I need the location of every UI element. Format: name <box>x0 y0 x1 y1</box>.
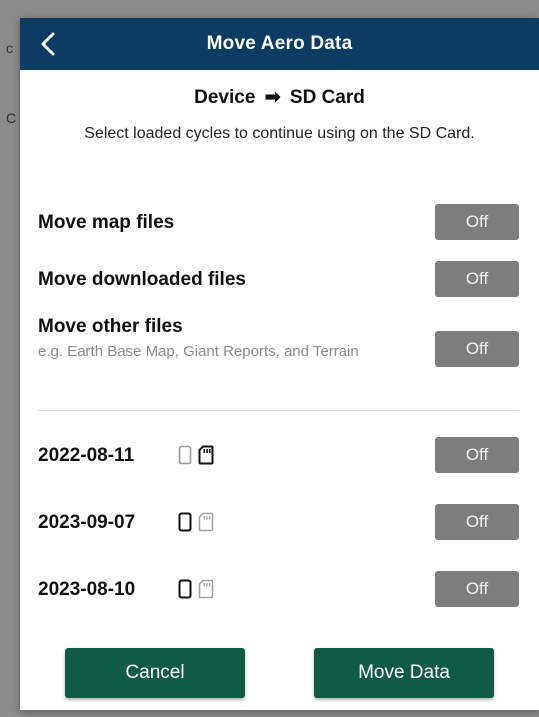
chevron-left-icon <box>41 32 55 56</box>
move-data-button[interactable]: Move Data <box>314 648 494 698</box>
instructions-text: Select loaded cycles to continue using o… <box>84 125 475 142</box>
downloaded-files-toggle[interactable]: Off <box>435 261 519 297</box>
cycle-toggle[interactable]: Off <box>435 571 519 607</box>
divider <box>38 410 519 411</box>
cycle-date: 2023-09-07 <box>38 512 136 533</box>
source-label: Device <box>194 87 256 108</box>
cycle-row: 2023-08-10 Off <box>38 571 519 611</box>
cycle-location-icons <box>178 579 214 599</box>
cycle-location-icons <box>178 445 214 465</box>
option-row-downloaded-files: Move downloaded files Off <box>38 261 519 301</box>
sd-card-outline-icon <box>198 579 214 599</box>
sd-card-outline-icon <box>198 512 214 532</box>
sd-card-icon <box>198 445 214 465</box>
option-sublabel: e.g. Earth Base Map, Giant Reports, and … <box>38 343 359 360</box>
device-icon <box>178 512 192 532</box>
cycle-toggle[interactable]: Off <box>435 504 519 540</box>
back-button[interactable] <box>34 30 62 58</box>
cycle-location-icons <box>178 512 214 532</box>
dialog-title: Move Aero Data <box>206 33 353 54</box>
option-label: Move map files <box>38 212 175 233</box>
cycle-date: 2022-08-11 <box>38 445 135 466</box>
dialog-titlebar: Move Aero Data <box>20 18 539 70</box>
cancel-button[interactable]: Cancel <box>65 648 245 698</box>
device-icon <box>178 579 192 599</box>
other-files-toggle[interactable]: Off <box>435 331 519 367</box>
cycle-date: 2023-08-10 <box>38 579 136 600</box>
cycle-row: 2022-08-11 Off <box>38 437 519 477</box>
cycle-toggle[interactable]: Off <box>435 437 519 473</box>
map-files-toggle[interactable]: Off <box>435 204 519 240</box>
cycle-row: 2023-09-07 Off <box>38 504 519 544</box>
arrow-right-icon: ➡ <box>264 87 281 108</box>
device-outline-icon <box>178 445 192 465</box>
option-row-map-files: Move map files Off <box>38 204 519 244</box>
option-row-other-files: Move other files e.g. Earth Base Map, Gi… <box>38 316 519 396</box>
option-label: Move downloaded files <box>38 269 246 290</box>
move-aero-data-dialog: Move Aero Data Device ➡ SD Card Select l… <box>20 18 539 710</box>
destination-label: SD Card <box>289 87 365 108</box>
transfer-direction: Device ➡ SD Card <box>20 86 539 109</box>
